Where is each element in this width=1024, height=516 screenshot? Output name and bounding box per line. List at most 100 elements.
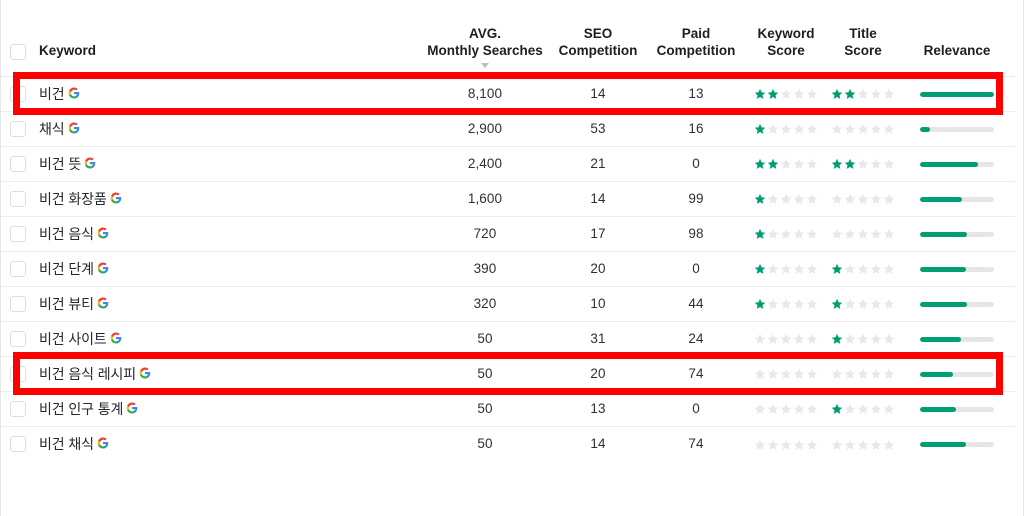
row-checkbox[interactable] — [10, 155, 26, 172]
table-row[interactable]: 비건 뜻 2,400 21 0 — [1, 145, 1015, 181]
avg-monthly-searches-cell: 50 — [421, 390, 549, 426]
title-score-stars — [831, 262, 895, 276]
keyword-cell: 비건 — [35, 76, 421, 111]
keyword-score-stars — [754, 227, 818, 241]
relevance-cell — [899, 215, 1015, 251]
table-row[interactable]: 비건 8,100 14 13 — [1, 76, 1015, 111]
star-icon — [883, 299, 894, 310]
star-icon — [870, 159, 882, 170]
row-select-cell — [1, 145, 35, 181]
row-checkbox[interactable] — [10, 260, 26, 277]
star-icon — [844, 124, 856, 135]
table-row[interactable]: 비건 화장품 1,600 14 99 — [1, 180, 1015, 216]
star-icon — [832, 194, 843, 205]
title-score-stars — [831, 332, 895, 346]
avg-label-line1: AVG. — [468, 25, 501, 41]
star-icon — [755, 334, 766, 345]
title-score-cell — [827, 355, 899, 391]
star-icon — [870, 124, 882, 135]
keyword-score-stars — [754, 157, 818, 171]
relevance-bar-fill — [920, 196, 963, 202]
table-row[interactable]: 비건 단계 390 20 0 — [1, 250, 1015, 286]
paid-competition-cell: 0 — [647, 390, 745, 426]
title-score-stars — [831, 157, 895, 171]
star-icon — [844, 369, 856, 380]
keyword-score-stars — [754, 192, 818, 206]
avg-monthly-searches-cell: 50 — [421, 320, 549, 356]
column-header-keyword-label: Keyword — [39, 43, 97, 59]
title-score-stars — [831, 437, 895, 451]
keyword-text: 비건 채식 — [39, 435, 94, 452]
column-header-relevance[interactable]: Relevance — [899, 0, 1015, 77]
google-icon — [139, 367, 151, 379]
avg-monthly-searches-cell: 320 — [421, 285, 549, 321]
star-icon — [780, 264, 792, 275]
row-checkbox[interactable] — [10, 120, 26, 137]
row-checkbox[interactable] — [10, 225, 26, 242]
star-icon — [793, 89, 805, 100]
keyword-cell: 비건 채식 — [35, 425, 421, 461]
star-icon — [755, 299, 766, 310]
keyword-text: 비건 음식 — [39, 225, 94, 242]
star-icon — [755, 404, 766, 415]
row-checkbox[interactable] — [10, 330, 26, 347]
row-checkbox[interactable] — [10, 365, 26, 382]
kscore-label-line2: Score — [767, 43, 805, 59]
star-icon — [806, 124, 817, 135]
row-checkbox[interactable] — [10, 190, 26, 207]
star-icon — [844, 439, 856, 450]
star-icon — [755, 264, 766, 275]
paid-competition-cell: 74 — [647, 425, 745, 461]
seo-competition-cell: 31 — [549, 320, 647, 356]
table-row[interactable]: 채식 2,900 53 16 — [1, 110, 1015, 146]
row-checkbox[interactable] — [10, 435, 26, 452]
keyword-score-cell — [745, 425, 827, 461]
relevance-cell — [899, 355, 1015, 391]
star-icon — [883, 439, 894, 450]
table-row[interactable]: 비건 채식 50 14 74 — [1, 425, 1015, 461]
column-header-paid-competition[interactable]: Paid Competition — [647, 0, 745, 77]
keyword-score-cell — [745, 145, 827, 181]
avg-monthly-searches-cell: 50 — [421, 355, 549, 391]
column-header-seo-competition[interactable]: SEO Competition — [549, 0, 647, 77]
relevance-bar-fill — [920, 126, 931, 132]
google-icon — [97, 262, 109, 274]
star-icon — [870, 334, 882, 345]
google-icon — [110, 332, 122, 344]
star-icon — [883, 264, 894, 275]
row-checkbox[interactable] — [10, 400, 26, 417]
column-header-avg-monthly-searches[interactable]: AVG. Monthly Searches — [421, 0, 549, 77]
star-icon — [883, 124, 894, 135]
column-header-keyword[interactable]: Keyword — [35, 0, 421, 77]
paid-competition-cell: 44 — [647, 285, 745, 321]
relevance-bar-fill — [920, 301, 967, 307]
row-select-cell — [1, 390, 35, 426]
table-header: Keyword AVG. Monthly Searches SEO Compet… — [1, 0, 1015, 77]
table-row[interactable]: 비건 인구 통계 50 13 0 — [1, 390, 1015, 426]
title-score-cell — [827, 250, 899, 286]
star-icon — [870, 439, 882, 450]
column-header-keyword-score[interactable]: Keyword Score — [745, 0, 827, 77]
star-icon — [767, 369, 779, 380]
sort-descending-icon[interactable] — [481, 62, 489, 68]
row-checkbox[interactable] — [10, 85, 26, 102]
row-checkbox[interactable] — [10, 295, 26, 312]
table-row[interactable]: 비건 음식 레시피 50 20 74 — [1, 355, 1015, 391]
seo-competition-cell: 21 — [549, 145, 647, 181]
keyword-score-stars — [754, 122, 818, 136]
seo-competition-cell: 14 — [549, 180, 647, 216]
table-row[interactable]: 비건 뷰티 320 10 44 — [1, 285, 1015, 321]
star-icon — [844, 89, 856, 100]
column-header-title-score[interactable]: Title Score — [827, 0, 899, 77]
table-row[interactable]: 비건 음식 720 17 98 — [1, 215, 1015, 251]
keyword-table-container: Keyword AVG. Monthly Searches SEO Compet… — [0, 0, 1024, 516]
keyword-cell: 비건 음식 레시피 — [35, 355, 421, 391]
paid-label-line1: Paid — [681, 25, 711, 41]
avg-monthly-searches-cell: 2,900 — [421, 110, 549, 146]
google-icon — [97, 437, 109, 449]
table-row[interactable]: 비건 사이트 50 31 24 — [1, 320, 1015, 356]
paid-competition-cell: 0 — [647, 145, 745, 181]
select-all-checkbox[interactable] — [10, 43, 26, 60]
star-icon — [793, 404, 805, 415]
row-select-cell — [1, 110, 35, 146]
